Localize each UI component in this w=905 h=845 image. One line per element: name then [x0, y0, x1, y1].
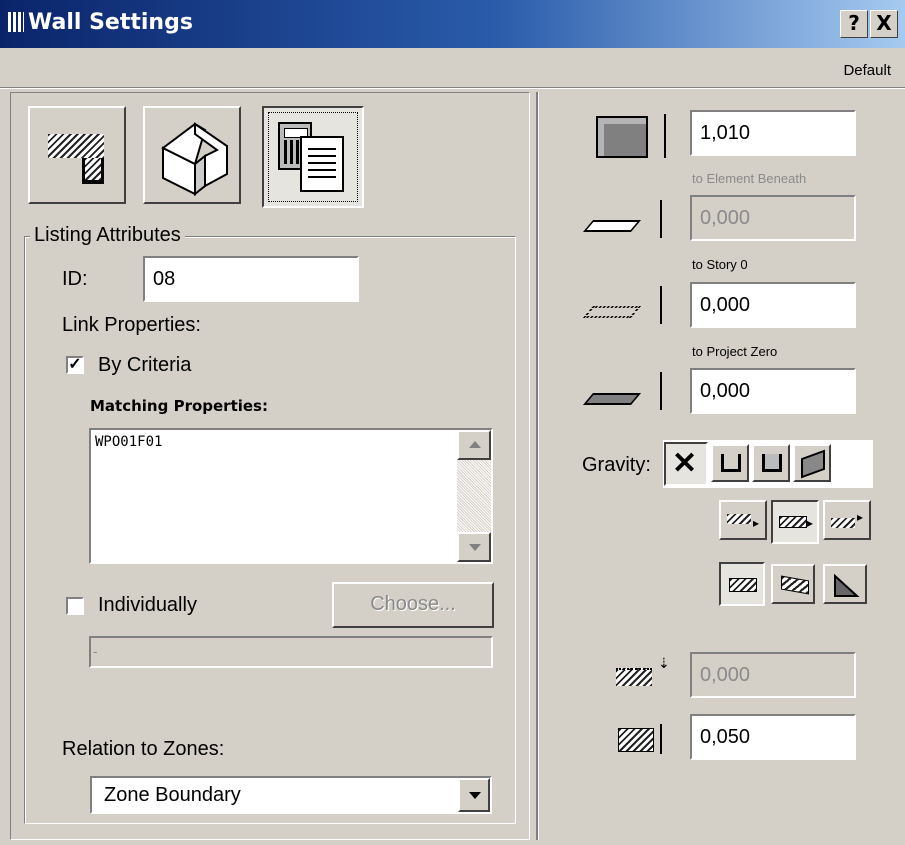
- wall-polygon-button[interactable]: [823, 564, 867, 604]
- choose-button[interactable]: Choose...: [332, 582, 494, 628]
- wall-height-input[interactable]: 1,010: [690, 110, 856, 156]
- preset-label[interactable]: Default: [843, 62, 891, 79]
- gravity-slab-top-button[interactable]: [711, 444, 749, 482]
- link-properties-label: Link Properties:: [62, 314, 201, 336]
- document-icon: [300, 136, 344, 192]
- gravity-label: Gravity:: [582, 454, 651, 476]
- close-button[interactable]: X: [870, 10, 898, 38]
- matching-properties-label: Matching Properties:: [90, 397, 268, 415]
- individual-property-field: -: [89, 636, 493, 668]
- floor-plan-icon-leg-hatch: [85, 158, 101, 180]
- relation-to-zones-select[interactable]: Zone Boundary: [90, 776, 492, 814]
- scroll-up-button[interactable]: [457, 430, 491, 460]
- wall-trapezoid-button[interactable]: [771, 564, 815, 604]
- tab-3d-model[interactable]: [143, 106, 241, 204]
- individually-checkbox[interactable]: [66, 597, 84, 615]
- help-button[interactable]: ?: [840, 10, 868, 38]
- gravity-roof-icon: [801, 449, 825, 479]
- app-icon: [8, 12, 24, 32]
- dropdown-button[interactable]: [458, 778, 490, 812]
- refline-center-button[interactable]: ▸: [771, 500, 819, 544]
- arrow-down-icon: [469, 544, 481, 551]
- wall-trapezoid-icon: [781, 575, 809, 595]
- to-project-zero-label: to Project Zero: [692, 344, 778, 359]
- story-offset-input[interactable]: 0,000: [690, 282, 856, 328]
- header-divider: [0, 87, 905, 88]
- element-beneath-input: 0,000: [690, 195, 856, 241]
- offset-icon: [616, 668, 652, 686]
- tab-floor-plan[interactable]: [28, 106, 126, 204]
- thickness-input[interactable]: 0,050: [690, 714, 856, 760]
- no-gravity-icon: ✕: [672, 447, 698, 480]
- relation-to-zones-label: Relation to Zones:: [62, 738, 225, 760]
- scroll-down-button[interactable]: [457, 532, 491, 562]
- refline-center-icon: [779, 516, 807, 528]
- matching-properties-list[interactable]: WPO01F01: [89, 428, 493, 564]
- wall-height-icon: [596, 116, 648, 158]
- story-plane-icon: [582, 306, 642, 318]
- offset-arrows-icon: ⇣: [658, 655, 670, 671]
- slab-icon: [582, 220, 642, 232]
- wall-straight-button[interactable]: [719, 562, 765, 606]
- dimension-arrow-icon: [664, 114, 676, 158]
- refline-inside-icon: [831, 518, 855, 528]
- to-story-label: to Story 0: [692, 257, 748, 272]
- listing-attributes-title: Listing Attributes: [30, 224, 185, 247]
- wall-polygon-icon: [834, 573, 860, 597]
- by-criteria-label[interactable]: By Criteria: [98, 354, 191, 377]
- to-element-beneath-label: to Element Beneath: [692, 171, 807, 186]
- floor-plan-icon: [48, 134, 104, 158]
- project-zero-icon: [582, 393, 642, 405]
- arrow-down-zero-icon: [660, 372, 662, 410]
- gravity-bottom-icon: [762, 454, 782, 472]
- gravity-top-icon: [721, 454, 741, 472]
- gravity-off-button[interactable]: ✕: [664, 442, 708, 486]
- arrow-right-icon: ▸: [857, 510, 864, 524]
- project-zero-input[interactable]: 0,000: [690, 368, 856, 414]
- window-title: Wall Settings: [28, 10, 193, 35]
- wall-straight-icon: [729, 578, 757, 592]
- arrow-right-icon: ▸: [753, 516, 760, 530]
- wall-3d-icon: [161, 122, 228, 196]
- thickness-dim-icon: [660, 724, 662, 754]
- arrow-up-icon: [469, 441, 481, 448]
- panel-divider: [536, 92, 538, 840]
- list-item[interactable]: WPO01F01: [95, 434, 162, 450]
- gravity-slab-bottom-button[interactable]: [752, 444, 790, 482]
- list-scrollbar[interactable]: [457, 430, 491, 562]
- id-input[interactable]: 08: [143, 256, 359, 302]
- relation-selected-value: Zone Boundary: [104, 784, 241, 806]
- refline-outside-icon: [727, 514, 751, 524]
- offset-input: 0,000: [690, 652, 856, 698]
- arrow-down-dim-icon: [660, 200, 662, 238]
- gravity-roof-button[interactable]: [793, 444, 831, 482]
- refline-outside-button[interactable]: ▸: [719, 500, 767, 540]
- arrow-down-story-icon: [660, 286, 662, 324]
- individually-label[interactable]: Individually: [98, 594, 197, 617]
- thickness-icon: [618, 728, 654, 752]
- id-label: ID:: [62, 268, 88, 290]
- arrow-right-icon: ▸: [807, 516, 814, 530]
- by-criteria-checkbox[interactable]: ✓: [66, 356, 84, 374]
- chevron-down-icon: [469, 792, 481, 799]
- refline-inside-button[interactable]: ▸: [823, 500, 871, 540]
- tab-listing[interactable]: [262, 106, 364, 208]
